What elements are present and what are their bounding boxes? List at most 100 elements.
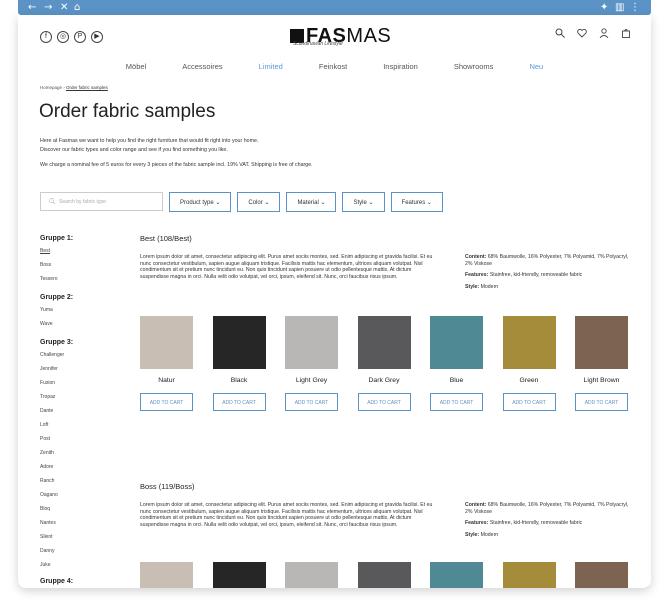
sidebar-item-wave[interactable]: Wave bbox=[40, 321, 130, 327]
add-to-cart-button[interactable]: ADD TO CART bbox=[357, 393, 411, 411]
sidebar-item[interactable]: Zenith bbox=[40, 450, 130, 456]
sidebar-item[interactable]: Ranch bbox=[40, 478, 130, 484]
nav-moebel[interactable]: Möbel bbox=[108, 62, 164, 71]
swatch-image[interactable] bbox=[430, 562, 483, 588]
sidebar-item[interactable]: Loft bbox=[40, 422, 130, 428]
header-actions bbox=[555, 28, 631, 38]
main-nav: Möbel Accessoires Limited Feinkost Inspi… bbox=[18, 62, 651, 71]
filter-label: Material bbox=[297, 200, 319, 206]
filter-label: Style bbox=[353, 200, 367, 206]
chevron-down-icon: ⌄ bbox=[264, 200, 270, 206]
menu-icon[interactable]: ⋮ bbox=[630, 1, 640, 14]
swatch-image[interactable] bbox=[212, 562, 266, 588]
swatch-image[interactable] bbox=[285, 316, 338, 369]
meta-label: Features: bbox=[465, 520, 489, 526]
meta-content: 68% Baumwolle, 16% Polyester, 7% Polyami… bbox=[465, 254, 629, 267]
social-links: f ◎ P ▶ bbox=[40, 31, 103, 43]
user-icon[interactable] bbox=[599, 28, 609, 38]
swatch-name: Black bbox=[230, 377, 248, 384]
swatch-image[interactable] bbox=[575, 316, 628, 369]
breadcrumb-current[interactable]: Order fabric samples bbox=[66, 85, 108, 90]
panel-icon[interactable]: ▥ bbox=[615, 1, 624, 14]
bag-icon[interactable] bbox=[621, 28, 631, 38]
add-to-cart-button[interactable]: ADD TO CART bbox=[140, 393, 193, 411]
nav-showrooms[interactable]: Showrooms bbox=[436, 62, 512, 71]
logo-thin: MAS bbox=[346, 25, 392, 47]
sidebar-item[interactable]: Adore bbox=[40, 464, 130, 470]
sidebar-item[interactable]: Post bbox=[40, 436, 130, 442]
chevron-down-icon: ⌄ bbox=[368, 200, 374, 206]
forward-icon[interactable]: → bbox=[44, 1, 52, 14]
fabric-swatch bbox=[285, 562, 338, 588]
fabric-swatch bbox=[140, 562, 193, 588]
filter-color[interactable]: Color ⌄ bbox=[237, 192, 281, 212]
add-to-cart-button[interactable]: ADD TO CART bbox=[575, 393, 628, 411]
close-icon[interactable]: ✕ bbox=[60, 1, 68, 14]
sidebar-item[interactable]: Bloq bbox=[40, 506, 130, 512]
sidebar-item[interactable]: Dante bbox=[40, 408, 130, 414]
swatch-image[interactable] bbox=[140, 562, 193, 588]
nav-feinkost[interactable]: Feinkost bbox=[301, 62, 365, 71]
swatch-image[interactable] bbox=[357, 562, 411, 588]
intro-line-3: We charge a nominal fee of 5 euros for e… bbox=[40, 162, 313, 168]
sidebar-item-yuma[interactable]: Yuma bbox=[40, 307, 130, 313]
add-to-cart-button[interactable]: ADD TO CART bbox=[430, 393, 483, 411]
heart-icon[interactable] bbox=[577, 28, 587, 38]
fabric-swatch bbox=[212, 562, 266, 588]
sidebar-item-tessero[interactable]: Tessero bbox=[40, 276, 130, 282]
section-title: Best (108/Best) bbox=[140, 234, 192, 243]
swatch-image[interactable] bbox=[575, 562, 628, 588]
fabric-swatch: Natur ADD TO CART bbox=[140, 316, 193, 411]
sidebar-item[interactable]: Nantes bbox=[40, 520, 130, 526]
intro-line-2: Discover our fabric types and color rang… bbox=[40, 147, 228, 153]
fabric-section-best: Best (108/Best) Lorem ipsum dolor sit am… bbox=[140, 234, 630, 434]
fabric-swatch bbox=[502, 562, 556, 588]
youtube-icon[interactable]: ▶ bbox=[91, 31, 103, 43]
browser-toolbar: ← → ✕ ⌂ ✦ ▥ ⋮ bbox=[18, 0, 651, 15]
add-to-cart-button[interactable]: ADD TO CART bbox=[502, 393, 556, 411]
sidebar-item[interactable]: Jennifer bbox=[40, 366, 130, 372]
nav-limited[interactable]: Limited bbox=[241, 62, 301, 71]
sidebar-item-boss[interactable]: Boss bbox=[40, 262, 130, 268]
sidebar-item-best[interactable]: Best bbox=[40, 248, 130, 254]
sidebar-item[interactable]: Danny bbox=[40, 548, 130, 554]
facebook-icon[interactable]: f bbox=[40, 31, 52, 43]
swatch-image[interactable] bbox=[430, 316, 483, 369]
swatch-image[interactable] bbox=[357, 316, 411, 369]
sidebar-item[interactable]: Juke bbox=[40, 562, 130, 568]
filter-product-type[interactable]: Product type ⌄ bbox=[169, 192, 232, 212]
meta-label: Style: bbox=[465, 531, 480, 538]
nav-neu[interactable]: Neu bbox=[511, 62, 561, 71]
sidebar-item[interactable]: Oagano bbox=[40, 492, 130, 498]
nav-inspiration[interactable]: Inspiration bbox=[365, 62, 436, 71]
add-to-cart-button[interactable]: ADD TO CART bbox=[285, 393, 338, 411]
swatch-name: Natur bbox=[158, 377, 175, 384]
search-icon[interactable] bbox=[555, 28, 565, 38]
swatch-image[interactable] bbox=[502, 316, 556, 369]
filter-material[interactable]: Material ⌄ bbox=[286, 192, 337, 212]
sidebar-item[interactable]: Tropaz bbox=[40, 394, 130, 400]
breadcrumb-separator: › bbox=[63, 85, 65, 90]
fabric-swatch: Light Grey ADD TO CART bbox=[285, 316, 338, 411]
breadcrumb-home[interactable]: Homepage bbox=[40, 85, 62, 90]
nav-accessoires[interactable]: Accessoires bbox=[164, 62, 240, 71]
sidebar-item[interactable]: Challenger bbox=[40, 352, 130, 358]
sidebar-item[interactable]: Fusion bbox=[40, 380, 130, 386]
swatch-image[interactable] bbox=[140, 316, 193, 369]
pinterest-icon[interactable]: P bbox=[74, 31, 86, 43]
back-icon[interactable]: ← bbox=[28, 1, 36, 14]
swatch-image[interactable] bbox=[502, 562, 556, 588]
filter-style[interactable]: Style ⌄ bbox=[342, 192, 385, 212]
home-icon[interactable]: ⌂ bbox=[74, 1, 80, 14]
swatch-name: Dark Grey bbox=[368, 377, 400, 384]
swatch-image[interactable] bbox=[285, 562, 338, 588]
filter-features[interactable]: Features ⌄ bbox=[390, 192, 443, 212]
section-meta: Content: 68% Baumwolle, 16% Polyester, 7… bbox=[465, 502, 635, 538]
extension-icon[interactable]: ✦ bbox=[600, 1, 608, 14]
sidebar-item[interactable]: Silent bbox=[40, 534, 130, 540]
swatch-image[interactable] bbox=[212, 316, 266, 369]
add-to-cart-button[interactable]: ADD TO CART bbox=[212, 393, 266, 411]
instagram-icon[interactable]: ◎ bbox=[57, 31, 69, 43]
search-input[interactable]: Search by fabric type bbox=[40, 192, 163, 211]
fabric-swatch: Blue ADD TO CART bbox=[430, 316, 483, 411]
